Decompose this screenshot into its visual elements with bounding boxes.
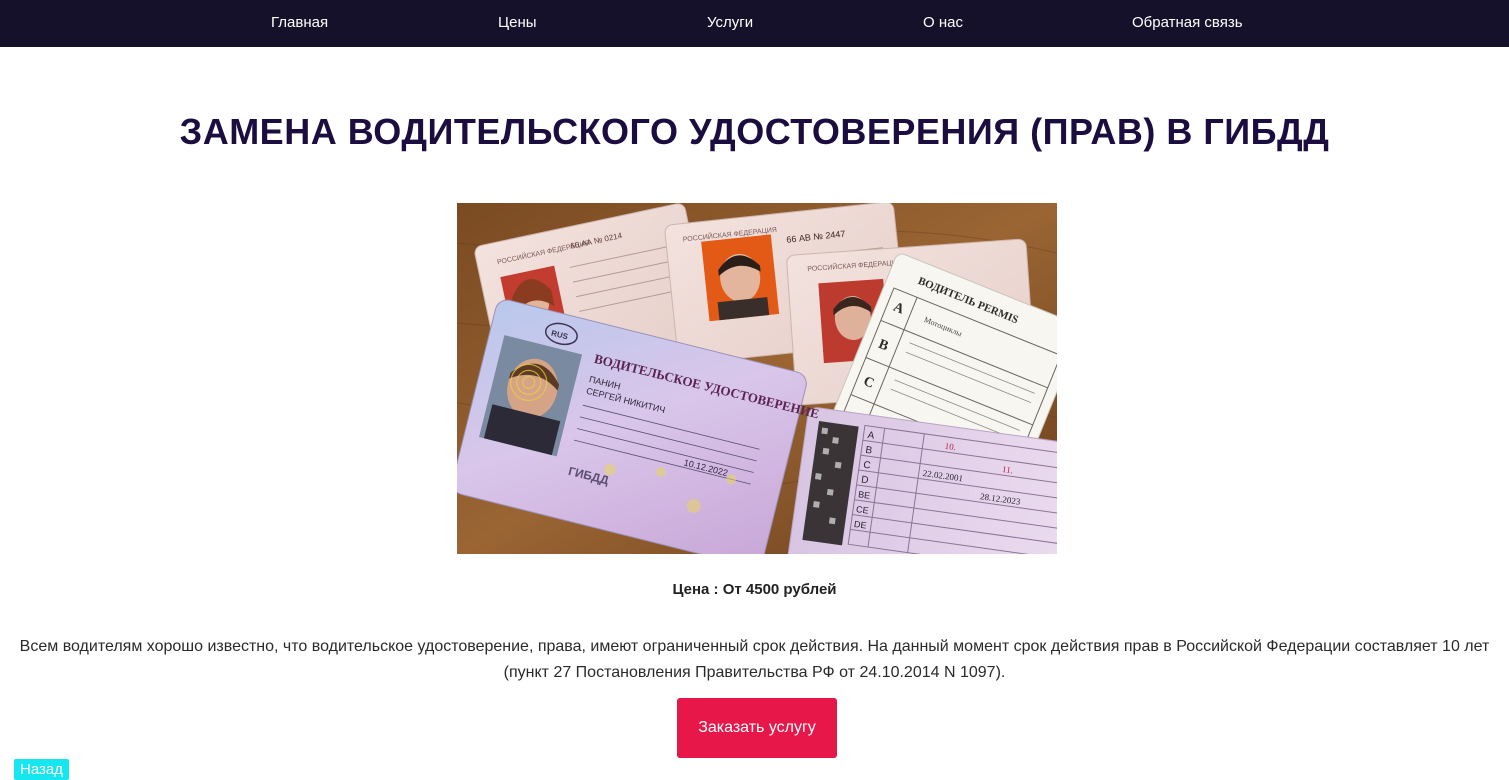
page-title: ЗАМЕНА ВОДИТЕЛЬСКОГО УДОСТОВЕРЕНИЯ (ПРАВ… [179, 111, 1330, 152]
svg-text:D: D [861, 475, 870, 487]
driver-license-photo: РОССИЙСКАЯ ФЕДЕРАЦИЯ 66 АА № 0214 РОССИЙ… [457, 203, 1057, 554]
svg-text:11.: 11. [1001, 464, 1013, 475]
back-button[interactable]: Назад [14, 759, 69, 780]
nav-item-home[interactable]: Главная [271, 14, 328, 32]
nav-item-prices[interactable]: Цены [498, 14, 537, 32]
nav-item-about[interactable]: О нас [923, 14, 963, 32]
svg-text:CE: CE [855, 504, 869, 516]
nav-item-services[interactable]: Услуги [707, 14, 753, 32]
description-line-2: (пункт 27 Постановления Правительства РФ… [503, 664, 1006, 681]
order-service-button[interactable]: Заказать услугу [677, 698, 837, 758]
description-line-1: Всем водителям хорошо известно, что води… [19, 638, 1490, 655]
price-label: Цена : От 4500 рублей [672, 581, 837, 598]
top-navigation: Главная Цены Услуги О нас Обратная связь [0, 0, 1509, 47]
svg-text:BE: BE [858, 489, 871, 501]
svg-text:DE: DE [853, 519, 867, 531]
service-description: Всем водителям хорошо известно, что води… [0, 634, 1509, 686]
svg-text:C: C [863, 460, 872, 472]
nav-item-feedback[interactable]: Обратная связь [1132, 14, 1243, 32]
svg-text:10.: 10. [944, 441, 957, 452]
